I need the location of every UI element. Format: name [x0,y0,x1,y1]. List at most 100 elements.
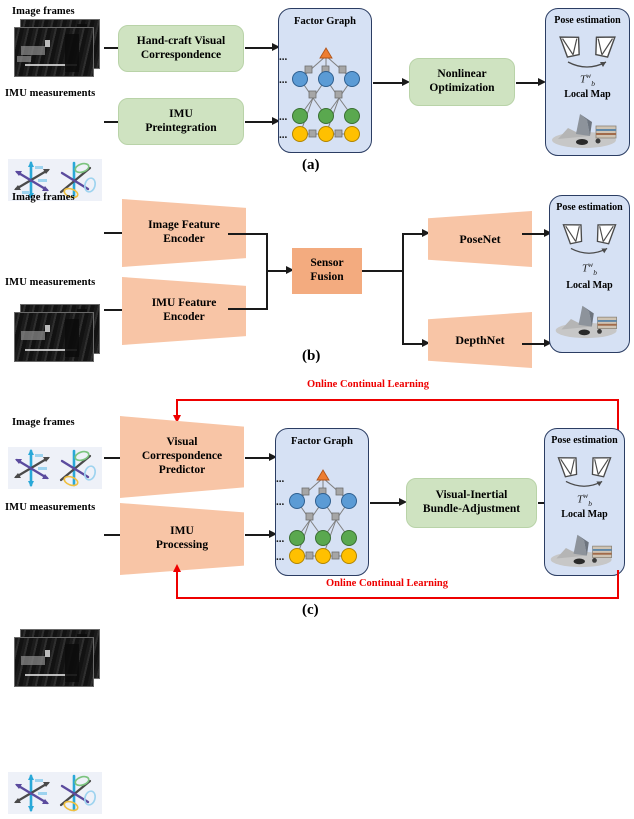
panel-c-pose-estimation-title: Pose estimation [551,435,618,446]
panel-c-block-imu-processing[interactable]: IMU Processing [120,503,244,575]
panel-a-block-2-line2: Preintegration [145,121,217,134]
panel-c-block-2-text: IMU Processing [156,525,208,553]
panel-c-local-map-icon [550,534,613,568]
panel-a-arrow-fg-to-opt [373,82,404,84]
panel-a-local-map-icon [552,114,617,148]
svg-text:...: ... [279,111,288,123]
panel-a-arrow-block2-to-fg [245,121,274,123]
panel-c-imu-axes-icon [8,772,102,814]
panel-b-local-map-icon [555,305,618,339]
panel-c-image-frames-icon [14,629,102,687]
panel-b-block-posenet[interactable]: PoseNet [428,211,532,267]
panel-c-camera-pose-icon [557,457,612,487]
panel-a-factor-graph-panel: Factor Graph ... ... ... ... [278,8,372,153]
panel-c-feedback-bottom-right-vertical [617,570,619,598]
panel-c-feedback-bottom-horizontal [176,597,619,599]
panel-b-transform-label: Twb [550,260,629,277]
panel-a-output-panel: Pose estimation Twb Local Map [545,8,630,156]
panel-c-block-1-line3: Predictor [158,463,206,476]
svg-text:...: ... [276,473,285,485]
panel-c-block-2-line2: Processing [155,539,209,551]
panel-b-block-2-line1: IMU Feature [151,297,217,310]
panel-b-arrow-to-fusion [266,270,288,272]
panel-b-block-5-text: DepthNet [455,332,505,347]
panel-c-feedback-label-bottom: Online Continual Learning [326,578,448,589]
panel-c-feedback-label-top: Online Continual Learning [307,379,429,390]
panel-b-block-1-line2: Encoder [163,233,205,245]
panel-a-transform-label: Twb [546,71,629,88]
panel-b-arrow-depthnet-to-output [522,343,546,345]
panel-c-feedback-top-horizontal [176,399,619,401]
panel-a-block-1-line2: Correspondence [140,48,222,61]
panel-b-transform-sub: b [593,267,597,277]
panel-c-factor-graph-panel: Factor Graph ... ... ... ... [275,428,369,576]
panel-c-block-2-line1: IMU [170,525,194,538]
panel-b-block-4-text: PoseNet [459,231,501,246]
panel-b-output-panel: Pose estimation Twb Local Map [549,195,630,353]
svg-text:...: ... [276,533,285,545]
panel-b-letter: (b) [302,348,321,364]
panel-a-pose-estimation-title: Pose estimation [554,15,621,26]
svg-text:...: ... [276,496,285,508]
panel-c-imu-label: IMU measurements [5,502,96,513]
panel-a-block-2-text: IMU Preintegration [145,108,216,135]
svg-text:...: ... [276,551,285,563]
panel-b-block-2-text: IMU Feature Encoder [152,297,217,325]
panel-c-block-1-line1: Visual [166,436,198,449]
panel-c-factor-graph-title: Factor Graph [291,436,353,447]
panel-b-arrow-to-posenet [402,233,424,235]
panel-b-block-imu-feature-encoder[interactable]: IMU Feature Encoder [122,277,246,345]
panel-b-split-vertical [402,233,404,344]
panel-c-transform-label: Twb [545,491,624,508]
panel-b-arrow-to-depthnet [402,343,424,345]
panel-a-arrow-opt-to-output [516,82,540,84]
panel-c-block-visual-correspondence-predictor[interactable]: Visual Correspondence Predictor [120,416,244,498]
panel-a-arrow-block1-to-fg [245,47,274,49]
panel-a-camera-pose-icon [559,36,616,68]
panel-c-arrow-block2-to-fg [245,534,271,536]
panel-a-block-1-line1: Hand-craft Visual [136,34,226,47]
svg-text:...: ... [279,129,288,141]
panel-c-block-visual-inertial-bundle-adjustment[interactable]: Visual-Inertial Bundle-Adjustment [406,478,537,528]
panel-a-block-2-line1: IMU [169,107,193,120]
panel-a-block-1-text: Hand-craft Visual Correspondence [137,35,226,62]
panel-a-image-frames-label: Image frames [12,6,75,17]
panel-b-split-horizontal [362,270,404,272]
panel-a-block-imu-preintegration[interactable]: IMU Preintegration [118,98,244,145]
panel-b-merge-top [228,233,268,235]
panel-c-output-panel: Pose estimation Twb Local Map [544,428,625,576]
panel-a-block-3-line1: Nonlinear [437,68,487,81]
panel-c-block-1-text: Visual Correspondence Predictor [142,436,222,477]
panel-c-block-3-line1: Visual-Inertial [435,489,508,502]
panel-b-arrow-image-to-encoder [104,232,124,234]
panel-a-factor-graph-title: Factor Graph [294,16,356,27]
panel-c-block-3-text: Visual-Inertial Bundle-Adjustment [423,489,520,516]
panel-b-block-3-text: Sensor Fusion [310,257,343,284]
panel-c-arrow-fg-to-vba [370,502,401,504]
panel-b-block-1-text: Image Feature Encoder [148,219,220,247]
panel-c-transform-sub: b [588,498,592,508]
panel-b-imu-axes-icon [8,447,102,489]
panel-a-block-nonlinear-optimization[interactable]: Nonlinear Optimization [409,58,515,106]
panel-a-block-3-text: Nonlinear Optimization [429,68,494,95]
panel-b-image-frames-label: Image frames [12,192,75,203]
panel-b-block-3-line1: Sensor [310,257,344,270]
panel-b-arrow-imu-to-encoder [104,309,124,311]
panel-c-letter: (c) [302,602,319,618]
panel-c-block-3-line2: Bundle-Adjustment [422,503,521,515]
panel-c-arrow-block1-to-fg [245,457,271,459]
panel-b-block-sensor-fusion[interactable]: Sensor Fusion [292,248,362,294]
svg-text:...: ... [279,51,288,63]
panel-c-feedback-bottom-arrowhead [172,564,181,572]
panel-c-local-map-title: Local Map [561,509,608,520]
panel-b-merge-bottom [228,308,268,310]
panel-a-block-3-line2: Optimization [429,82,495,94]
svg-text:...: ... [279,74,288,86]
panel-c-image-frames-label: Image frames [12,417,75,428]
panel-a-local-map-title: Local Map [564,89,611,100]
panel-b-arrow-posenet-to-output [522,233,546,235]
panel-a-letter: (a) [302,157,320,173]
panel-b-camera-pose-icon [562,224,617,254]
panel-b-block-depthnet[interactable]: DepthNet [428,312,532,368]
panel-a-block-hand-craft-visual-correspondence[interactable]: Hand-craft Visual Correspondence [118,25,244,72]
